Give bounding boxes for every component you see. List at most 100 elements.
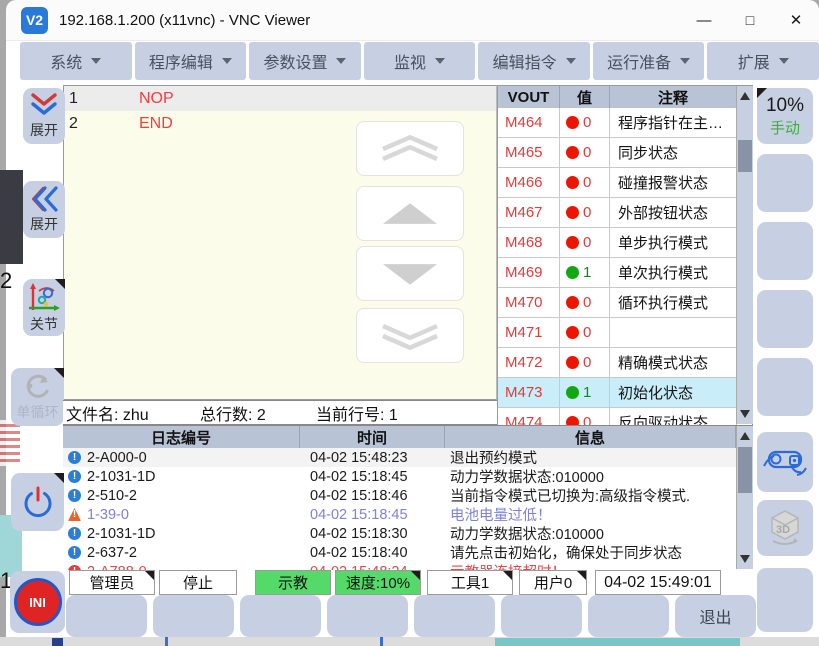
maximize-button[interactable]: □ <box>727 0 773 40</box>
status-item[interactable]: 速度:10% <box>335 570 421 595</box>
bottom-button[interactable] <box>153 595 234 637</box>
status-item[interactable]: 示教 <box>255 570 331 595</box>
bottom-button[interactable] <box>501 595 582 637</box>
scroll-up-button[interactable] <box>356 186 464 241</box>
comment-col-header: 注释 <box>610 86 737 108</box>
vout-row[interactable]: M468 0 单步执行模式 <box>498 228 752 258</box>
vout-row[interactable]: M466 0 碰撞报警状态 <box>498 168 752 198</box>
state-dot-icon <box>566 236 579 249</box>
vout-row[interactable]: M473 1 初始化状态 <box>498 378 752 408</box>
minimize-button[interactable]: — <box>681 0 727 40</box>
menu-item[interactable]: 运行准备 <box>593 42 705 80</box>
bottom-button[interactable] <box>66 595 147 637</box>
vout-row[interactable]: M472 0 精确模式状态 <box>498 348 752 378</box>
menu-item[interactable]: 程序编辑 <box>135 42 247 80</box>
menu-item-label: 程序编辑 <box>149 49 213 73</box>
log-id: 2-1031-1D <box>87 526 156 542</box>
vout-value-cell: 1 <box>560 258 610 287</box>
scrollbar-thumb[interactable] <box>738 447 752 493</box>
log-level-icon <box>68 546 81 559</box>
menu-item[interactable]: 系统 <box>20 42 132 80</box>
vout-col-header: VOUT <box>498 86 560 108</box>
single-loop-button[interactable]: 单循环 <box>11 368 64 426</box>
state-dot-icon <box>566 266 579 279</box>
speed-mode-button[interactable]: 10% 手动 <box>757 88 813 144</box>
bottom-button[interactable] <box>414 595 495 637</box>
joint-mode-button[interactable]: 关节 <box>23 279 65 336</box>
scroll-page-up-button[interactable] <box>356 121 464 176</box>
vout-value: 0 <box>583 144 591 161</box>
current-line: 当前行号: 1 <box>316 401 476 425</box>
vout-row[interactable]: M474 0 反向驱动状态 <box>498 408 752 426</box>
vout-row[interactable]: M464 0 程序指针在主… <box>498 108 752 138</box>
menu-item[interactable]: 监视 <box>364 42 476 80</box>
status-item[interactable]: 04-02 15:49:01 <box>595 570 721 595</box>
vout-row[interactable]: M469 1 单次执行模式 <box>498 258 752 288</box>
status-item[interactable]: 管理员 <box>69 570 155 595</box>
scroll-page-down-button[interactable] <box>356 308 464 363</box>
log-id-cell: 2-A788-0 <box>63 562 300 570</box>
expand-left-button[interactable]: 展开 <box>23 181 65 238</box>
exit-button[interactable]: 退出 <box>675 595 756 637</box>
status-item-label: 管理员 <box>89 572 134 593</box>
close-button[interactable]: ✕ <box>773 0 819 40</box>
status-item[interactable]: 工具1 <box>427 570 513 595</box>
right-sidebar-button[interactable] <box>757 568 813 632</box>
log-message: 动力学数据状态:010000 <box>445 467 736 486</box>
svg-text:3D: 3D <box>776 524 790 536</box>
log-row[interactable]: 2-1031-1D 04-02 15:18:45 动力学数据状态:010000 <box>63 467 753 486</box>
log-row[interactable]: 2-637-2 04-02 15:18:40 请先点击初始化，确保处于同步状态 <box>63 543 753 562</box>
log-row[interactable]: 2-A000-0 04-02 15:48:23 退出预约模式 <box>63 448 753 467</box>
code-line[interactable]: 1 NOP <box>64 86 496 111</box>
log-scrollbar[interactable] <box>736 426 753 569</box>
bottom-button[interactable] <box>588 595 669 637</box>
vout-row[interactable]: M467 0 外部按钮状态 <box>498 198 752 228</box>
status-item[interactable]: 用户0 <box>519 570 587 595</box>
state-dot-icon <box>566 296 579 309</box>
vout-id: M471 <box>498 318 560 347</box>
vout-row[interactable]: M471 0 <box>498 318 752 348</box>
state-dot-icon <box>566 326 579 339</box>
log-time: 04-02 15:18:30 <box>300 524 445 543</box>
scrollbar-down-icon[interactable] <box>740 555 750 563</box>
scrollbar-up-icon[interactable] <box>740 92 750 100</box>
log-id-cell: 2-637-2 <box>63 543 300 562</box>
vout-value-cell: 0 <box>560 108 610 137</box>
bottom-button[interactable] <box>327 595 408 637</box>
vnc-logo: V2 <box>21 7 48 34</box>
menu-item[interactable]: 参数设置 <box>249 42 361 80</box>
scrollbar-down-icon[interactable] <box>740 410 750 418</box>
scrollbar-up-icon[interactable] <box>740 432 750 440</box>
bottom-button[interactable] <box>240 595 321 637</box>
right-sidebar-button[interactable] <box>757 290 813 348</box>
vout-value-cell: 0 <box>560 168 610 197</box>
menu-item[interactable]: 编辑指令 <box>478 42 590 80</box>
log-row[interactable]: 2-A788-0 04-02 15:48:24 示教器连接超时！ <box>63 562 753 570</box>
log-row[interactable]: 2-1031-1D 04-02 15:18:30 动力学数据状态:010000 <box>63 524 753 543</box>
vout-row[interactable]: M465 0 同步状态 <box>498 138 752 168</box>
right-sidebar-button[interactable] <box>757 222 813 280</box>
log-time: 04-02 15:18:45 <box>300 467 445 486</box>
log-id: 1-39-0 <box>87 507 129 523</box>
power-button[interactable] <box>11 473 64 531</box>
view-3d-button[interactable]: 3D <box>757 500 813 556</box>
right-sidebar-button[interactable] <box>757 358 813 416</box>
vout-scrollbar[interactable] <box>736 86 753 424</box>
gamepad-button[interactable] <box>757 432 813 492</box>
double-chevron-up-icon <box>370 131 450 167</box>
vout-value-cell: 0 <box>560 348 610 377</box>
vout-comment: 外部按钮状态 <box>610 198 737 227</box>
ini-button[interactable]: INI <box>10 571 65 633</box>
log-message: 当前指令模式已切换为:高级指令模式. <box>445 486 736 505</box>
menu-item[interactable]: 扩展 <box>707 42 819 80</box>
log-row[interactable]: 2-510-2 04-02 15:18:46 当前指令模式已切换为:高级指令模式… <box>63 486 753 505</box>
log-row[interactable]: 1-39-0 04-02 15:18:45 电池电量过低！ <box>63 505 753 524</box>
scrollbar-thumb[interactable] <box>738 140 752 172</box>
right-sidebar-button[interactable] <box>757 154 813 212</box>
vout-comment: 反向驱动状态 <box>610 408 737 426</box>
vout-row[interactable]: M470 0 循环执行模式 <box>498 288 752 318</box>
expand-down-button[interactable]: 展开 <box>23 88 65 144</box>
status-item[interactable]: 停止 <box>159 570 237 595</box>
scroll-down-button[interactable] <box>356 246 464 301</box>
joint-mode-label: 关节 <box>30 314 58 334</box>
